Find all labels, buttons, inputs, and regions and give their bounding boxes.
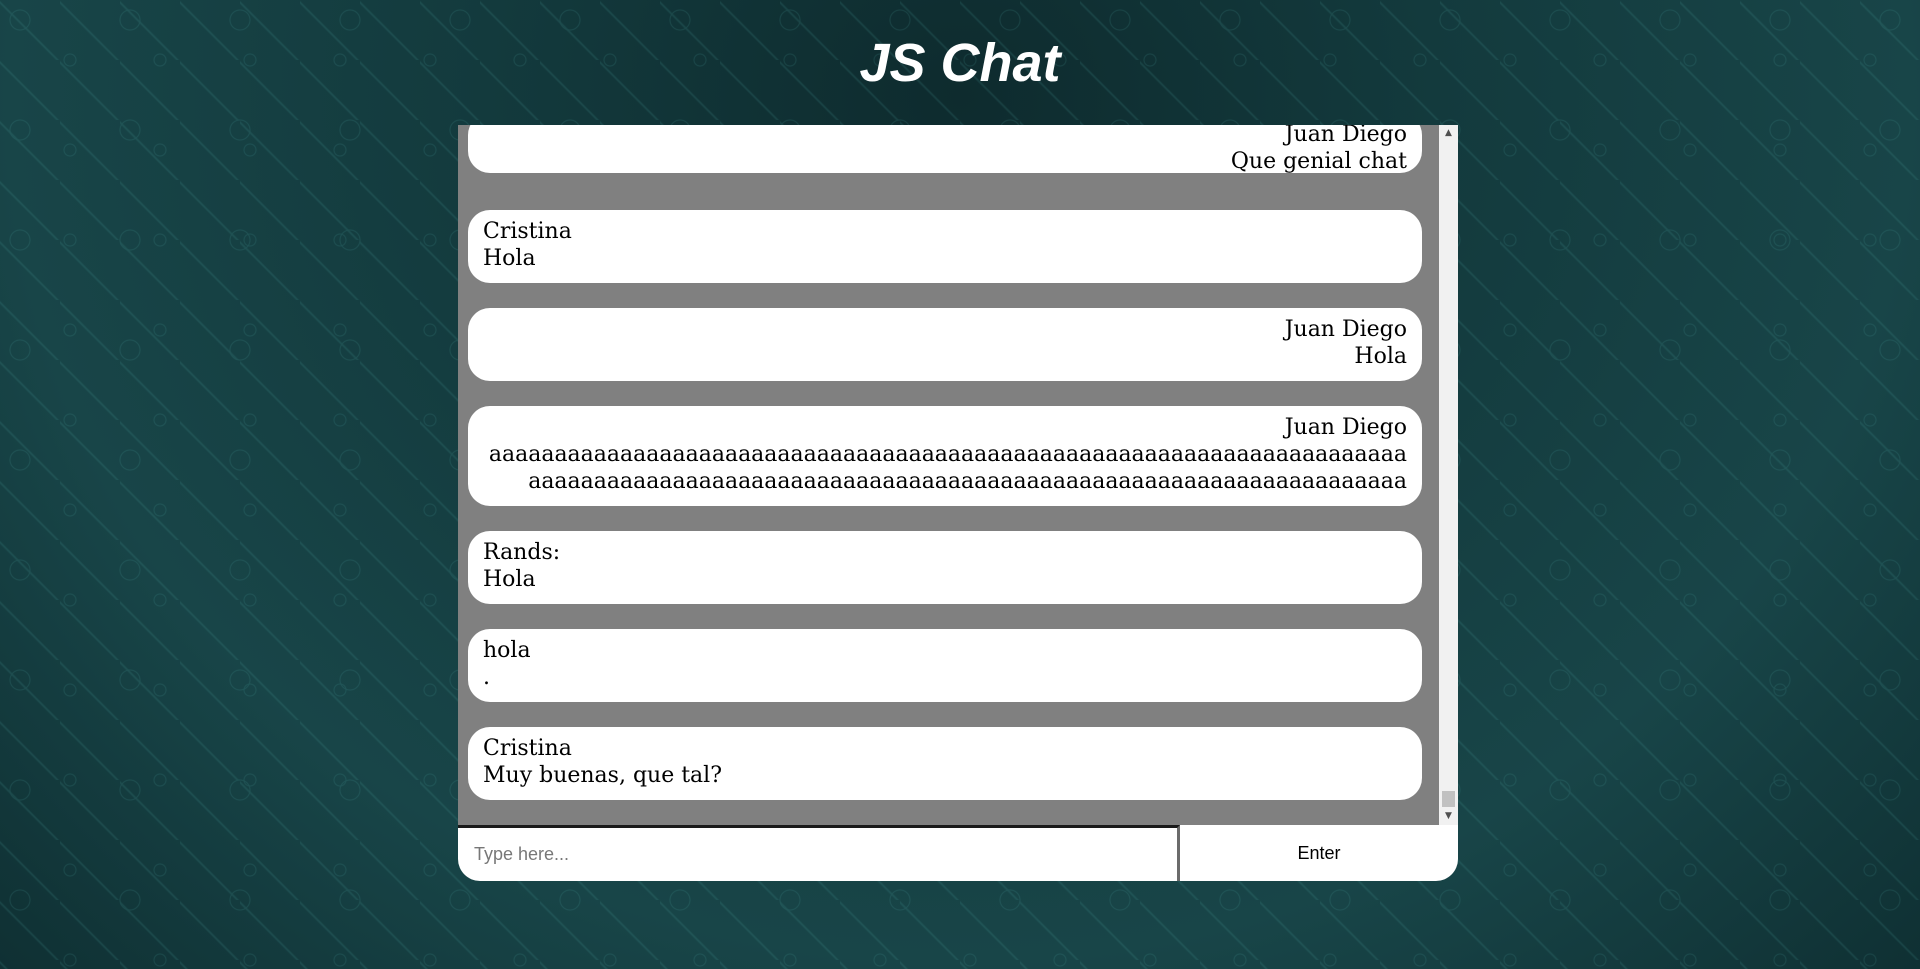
scroll-down-arrow-icon[interactable]: ▼ <box>1439 808 1458 825</box>
scroll-up-arrow-icon[interactable]: ▲ <box>1439 125 1458 142</box>
message-bubble: Cristina Muy buenas, que tal? <box>468 727 1422 800</box>
message-input[interactable] <box>458 825 1180 881</box>
message-author: Rands: <box>483 540 561 565</box>
message-author: Cristina <box>483 736 572 761</box>
message-text: Muy buenas, que tal? <box>483 763 723 788</box>
message-bubble: hola . <box>468 629 1422 702</box>
message-author: Juan Diego <box>1284 415 1407 440</box>
message-text: Hola <box>483 246 536 271</box>
message-bubble: Juan Diego Que genial chat <box>468 125 1422 174</box>
message-bubble: Cristina Hola <box>468 210 1422 283</box>
message-author: Cristina <box>483 219 572 244</box>
message-text: Hola <box>1354 344 1407 369</box>
message-scrollbar[interactable]: ▲ ▼ <box>1439 125 1458 825</box>
message-text: Que genial chat <box>1230 149 1407 174</box>
message-list[interactable]: Juan Diego Que genial chat Cristina Hola… <box>458 125 1439 825</box>
page-title: JS Chat <box>859 33 1061 93</box>
message-bubble: Juan Diego aaaaaaaaaaaaaaaaaaaaaaaaaaaaa… <box>468 406 1422 506</box>
message-bubble: Rands: Hola <box>468 531 1422 604</box>
enter-button[interactable]: Enter <box>1180 825 1458 881</box>
message-bubble: Juan Diego Hola <box>468 308 1422 381</box>
scroll-thumb[interactable] <box>1442 791 1455 807</box>
message-author: Juan Diego <box>1284 317 1407 342</box>
chat-window: Juan Diego Que genial chat Cristina Hola… <box>458 125 1458 825</box>
message-text: aaaaaaaaaaaaaaaaaaaaaaaaaaaaaaaaaaaaaaaa… <box>488 442 1407 494</box>
message-author: Juan Diego <box>1284 125 1407 147</box>
message-text: Hola <box>483 567 536 592</box>
message-text: . <box>483 665 490 690</box>
composer: Enter <box>458 825 1458 881</box>
message-author: hola <box>483 638 531 663</box>
